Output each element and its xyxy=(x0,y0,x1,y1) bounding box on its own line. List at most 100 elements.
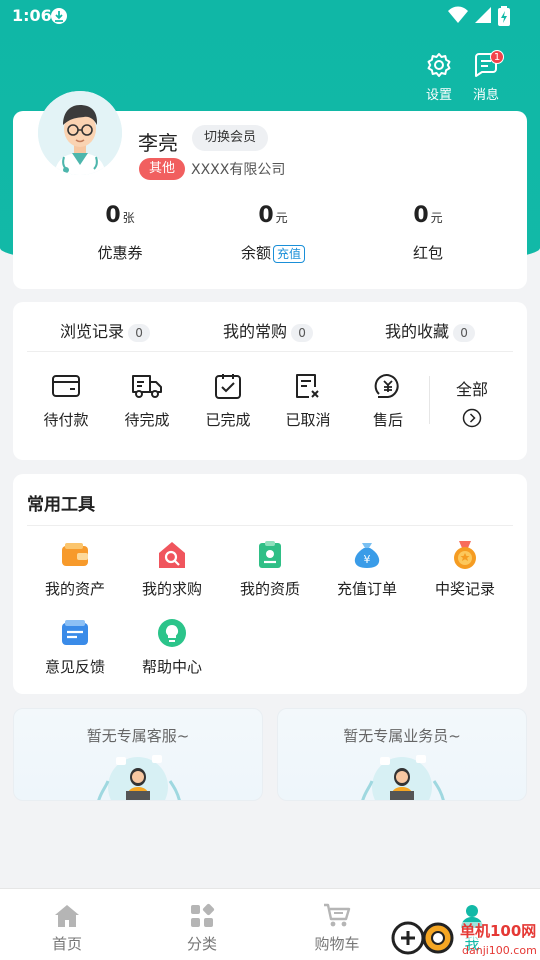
stat-red-packet[interactable]: 0元 红包 xyxy=(358,203,498,263)
avatar[interactable] xyxy=(38,91,122,175)
wallet-asset-icon xyxy=(62,543,88,566)
status-time: 1:06 xyxy=(12,6,52,25)
settings-button[interactable]: 设置 xyxy=(419,52,459,103)
truck-icon xyxy=(132,375,162,398)
order-completed[interactable]: 已完成 xyxy=(188,372,268,430)
divider xyxy=(27,525,513,526)
svg-text:danji100.com: danji100.com xyxy=(462,944,537,957)
member-tag: 其他 xyxy=(139,158,186,180)
tab-cart[interactable]: 购物车 xyxy=(297,903,377,954)
frequent-purchases-count: 0 xyxy=(291,324,314,342)
frequent-purchases-label: 我的常购 xyxy=(223,322,288,341)
order-after-sales[interactable]: 售后 xyxy=(348,372,428,430)
clipboard-check-icon xyxy=(215,374,241,399)
pending-payment-label: 待付款 xyxy=(43,411,89,429)
certificate-icon xyxy=(259,541,281,568)
gear-icon xyxy=(427,53,451,77)
divider xyxy=(27,351,513,352)
tab-category[interactable]: 分类 xyxy=(162,903,242,954)
home-icon xyxy=(55,905,79,927)
messages-button[interactable]: 1 消息 xyxy=(466,50,506,103)
tab-home[interactable]: 首页 xyxy=(27,903,107,954)
recharge-button[interactable]: 充值 xyxy=(273,245,306,263)
my-requests-label: 我的求购 xyxy=(141,580,202,598)
medal-icon xyxy=(454,541,476,569)
tool-my-assets[interactable]: 我的资产 xyxy=(27,540,123,599)
favorites-count: 0 xyxy=(453,324,476,342)
tab-browse-history[interactable]: 浏览记录 0 xyxy=(60,318,151,342)
feedback-icon xyxy=(62,620,88,645)
watermark-logo: 单机100网 danji100.com xyxy=(391,921,537,957)
search-house-icon xyxy=(159,542,185,568)
salesperson-text: 暂无专属业务员~ xyxy=(343,727,461,745)
user-name: 李亮 xyxy=(138,131,178,155)
red-packet-unit: 元 xyxy=(430,211,443,225)
balance-value: 0 xyxy=(258,203,274,228)
cancel-doc-icon xyxy=(296,374,319,398)
red-packet-label: 红包 xyxy=(412,244,443,262)
stat-balance[interactable]: 0元 余额 充值 xyxy=(203,203,343,263)
balance-label: 余额 xyxy=(240,244,271,262)
tab-category-label: 分类 xyxy=(186,935,217,953)
tool-recharge-orders[interactable]: ¥ 充值订单 xyxy=(319,540,415,599)
all-orders-button[interactable]: 全部 xyxy=(439,376,505,428)
signal-icon xyxy=(475,7,491,23)
status-bar: 1:06 xyxy=(0,0,540,32)
red-packet-value: 0 xyxy=(413,203,429,228)
coupon-unit: 张 xyxy=(122,211,135,225)
browse-history-label: 浏览记录 xyxy=(60,322,125,341)
refund-icon xyxy=(374,374,399,398)
prize-records-label: 中奖记录 xyxy=(434,580,495,598)
order-pending-completion[interactable]: 待完成 xyxy=(107,372,187,430)
download-icon xyxy=(51,8,67,24)
order-cancelled[interactable]: 已取消 xyxy=(268,372,348,430)
settings-label: 设置 xyxy=(425,88,452,103)
customer-service-text: 暂无专属客服~ xyxy=(86,727,190,745)
all-orders-label: 全部 xyxy=(455,380,488,399)
tab-frequent-purchases[interactable]: 我的常购 0 xyxy=(223,318,314,342)
service-illustration xyxy=(97,755,181,800)
cart-icon xyxy=(324,903,351,927)
completed-label: 已完成 xyxy=(205,411,251,429)
tool-help-center[interactable]: 帮助中心 xyxy=(124,618,220,677)
money-bag-icon: ¥ xyxy=(354,543,380,568)
tab-home-label: 首页 xyxy=(51,935,82,953)
browse-history-count: 0 xyxy=(128,324,151,342)
favorites-label: 我的收藏 xyxy=(385,322,450,341)
profile-card: 李亮 切换会员 其他 XXXX有限公司 0张 优惠券 0元 余额 充值 0元 红包 xyxy=(13,91,527,289)
tab-favorites[interactable]: 我的收藏 0 xyxy=(385,318,476,342)
tool-my-qualifications[interactable]: 我的资质 xyxy=(222,540,318,599)
salesperson-card[interactable]: 暂无专属业务员~ xyxy=(277,708,527,801)
tools-card: 常用工具 我的资产 我的求购 我的资质 ¥ 充值订单 中奖记录 意见反馈 帮助中… xyxy=(13,474,527,694)
stat-coupon[interactable]: 0张 优惠券 xyxy=(50,203,190,263)
message-badge: 1 xyxy=(490,50,504,64)
coupon-label: 优惠券 xyxy=(97,244,143,262)
tools-title: 常用工具 xyxy=(27,495,95,515)
tool-feedback[interactable]: 意见反馈 xyxy=(27,618,123,677)
service-illustration xyxy=(361,755,445,800)
wifi-icon xyxy=(448,6,468,23)
after-sales-label: 售后 xyxy=(372,411,403,429)
my-qualifications-label: 我的资质 xyxy=(239,580,300,598)
order-pending-payment[interactable]: 待付款 xyxy=(26,372,106,430)
my-assets-label: 我的资产 xyxy=(44,580,105,598)
balance-unit: 元 xyxy=(275,211,288,225)
cancelled-label: 已取消 xyxy=(285,411,331,429)
messages-label: 消息 xyxy=(472,88,499,103)
svg-text:¥: ¥ xyxy=(364,553,371,566)
battery-icon xyxy=(498,6,510,26)
wallet-icon xyxy=(52,375,80,397)
tab-cart-label: 购物车 xyxy=(314,935,360,953)
chevron-right-circle-icon xyxy=(462,408,482,428)
switch-member-button[interactable]: 切换会员 xyxy=(192,125,269,151)
coupon-value: 0 xyxy=(105,203,121,228)
customer-service-card[interactable]: 暂无专属客服~ xyxy=(13,708,263,801)
tool-prize-records[interactable]: 中奖记录 xyxy=(417,540,513,599)
category-icon xyxy=(191,903,215,927)
tool-my-requests[interactable]: 我的求购 xyxy=(124,540,220,599)
feedback-label: 意见反馈 xyxy=(44,658,105,676)
bulb-icon xyxy=(158,619,186,647)
help-center-label: 帮助中心 xyxy=(141,658,202,676)
pending-completion-label: 待完成 xyxy=(124,411,170,429)
company-name: XXXX有限公司 xyxy=(191,162,286,178)
